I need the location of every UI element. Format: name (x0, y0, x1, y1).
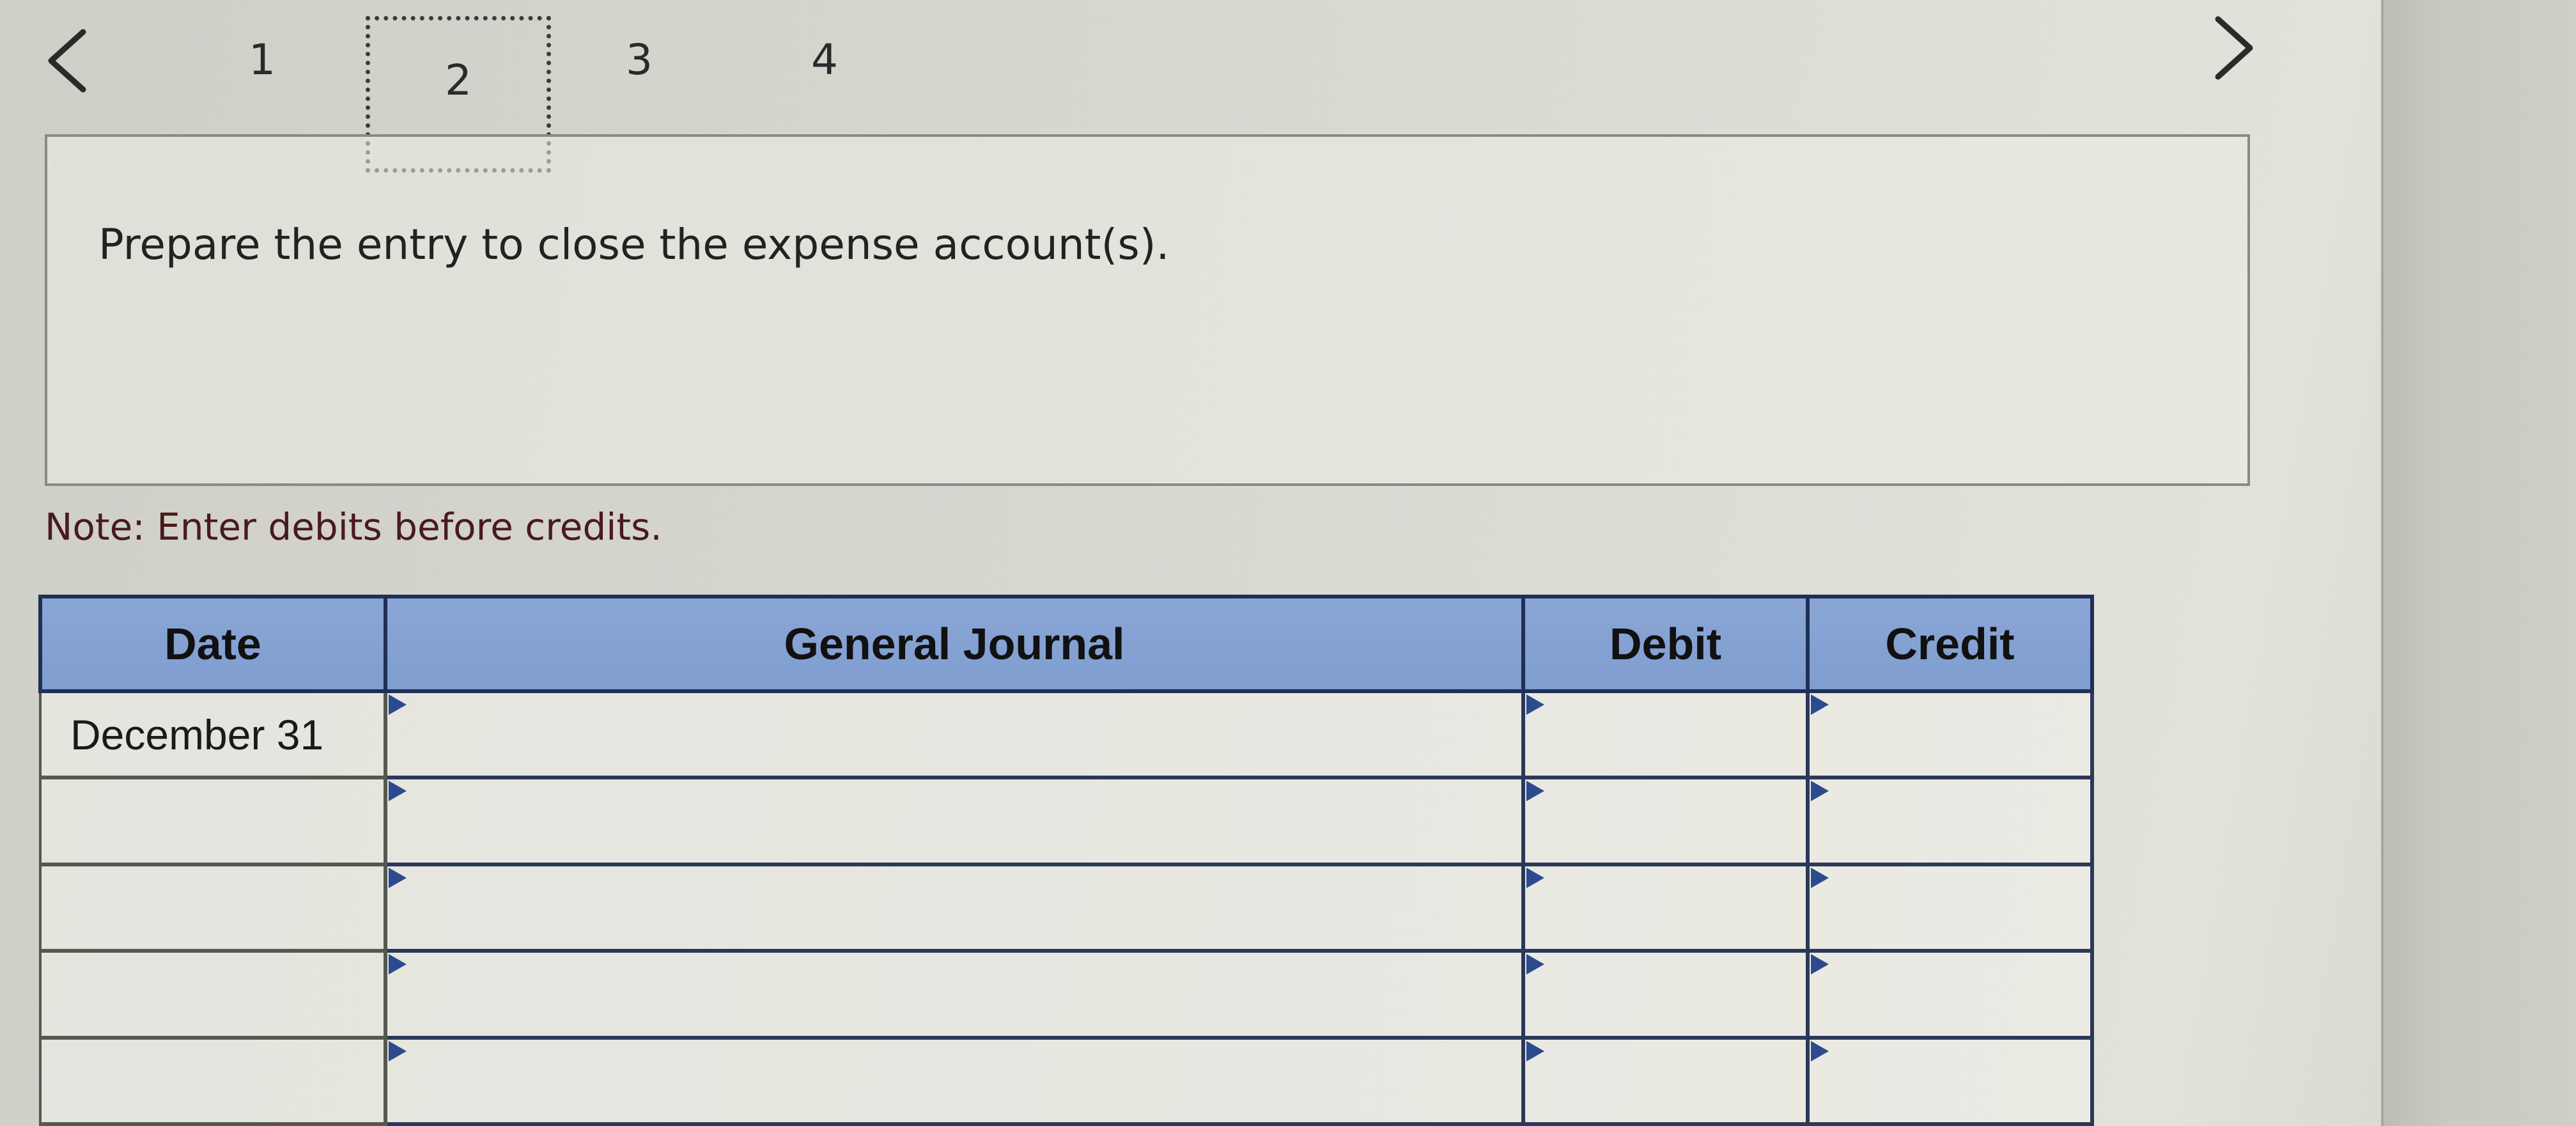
account-input[interactable] (384, 689, 1525, 780)
dropdown-flag-icon (389, 694, 407, 715)
general-journal-table: Date General Journal Debit Credit Decemb… (38, 595, 2094, 1126)
input-flag-icon (1526, 1040, 1544, 1061)
date-cell (39, 862, 387, 953)
dropdown-flag-icon (389, 781, 407, 802)
next-page-button[interactable] (2205, 6, 2263, 90)
input-flag-icon (1526, 694, 1544, 715)
input-flag-icon (1811, 867, 1829, 888)
dropdown-flag-icon (389, 867, 407, 888)
journal-row: December 31 (39, 689, 2094, 780)
date-cell (39, 1035, 387, 1126)
previous-page-button[interactable] (38, 19, 96, 102)
debit-input[interactable] (1521, 1035, 1810, 1126)
credit-input[interactable] (1806, 1035, 2094, 1126)
input-flag-icon (1811, 1040, 1829, 1061)
page-tab-3[interactable]: 3 (610, 35, 668, 84)
note-text: Note: Enter debits before credits. (45, 505, 662, 549)
right-margin (2381, 0, 2576, 1126)
journal-row (39, 949, 2094, 1040)
input-flag-icon (1811, 694, 1829, 715)
chevron-right-icon (2215, 16, 2253, 80)
account-input[interactable] (384, 1035, 1525, 1126)
input-flag-icon (1526, 954, 1544, 975)
dropdown-flag-icon (389, 1040, 407, 1061)
debit-input[interactable] (1521, 949, 1810, 1040)
general-journal-column-header: General Journal (384, 595, 1525, 693)
page-tab-1[interactable]: 1 (233, 35, 291, 84)
table-header-row: Date General Journal Debit Credit (38, 595, 2094, 693)
dropdown-flag-icon (389, 954, 407, 975)
credit-input[interactable] (1806, 949, 2094, 1040)
debit-input[interactable] (1521, 862, 1810, 953)
input-flag-icon (1811, 954, 1829, 975)
date-cell (39, 949, 387, 1040)
date-cell: December 31 (39, 689, 387, 780)
credit-input[interactable] (1806, 862, 2094, 953)
journal-row (39, 776, 2094, 866)
account-input[interactable] (384, 949, 1525, 1040)
journal-row (39, 862, 2094, 953)
date-column-header: Date (38, 595, 387, 693)
journal-row (39, 1035, 2094, 1126)
credit-column-header: Credit (1806, 595, 2094, 693)
debit-column-header: Debit (1521, 595, 1810, 693)
input-flag-icon (1526, 781, 1544, 802)
instruction-text: Prepare the entry to close the expense a… (98, 220, 1170, 269)
credit-input[interactable] (1806, 776, 2094, 866)
account-input[interactable] (384, 862, 1525, 953)
input-flag-icon (1811, 781, 1829, 802)
chevron-left-icon (48, 29, 86, 93)
date-cell (39, 776, 387, 866)
debit-input[interactable] (1521, 776, 1810, 866)
account-input[interactable] (384, 776, 1525, 866)
debit-input[interactable] (1521, 689, 1810, 780)
instruction-box: Prepare the entry to close the expense a… (45, 134, 2250, 486)
page-tab-4[interactable]: 4 (796, 35, 853, 84)
input-flag-icon (1526, 867, 1544, 888)
credit-input[interactable] (1806, 689, 2094, 780)
